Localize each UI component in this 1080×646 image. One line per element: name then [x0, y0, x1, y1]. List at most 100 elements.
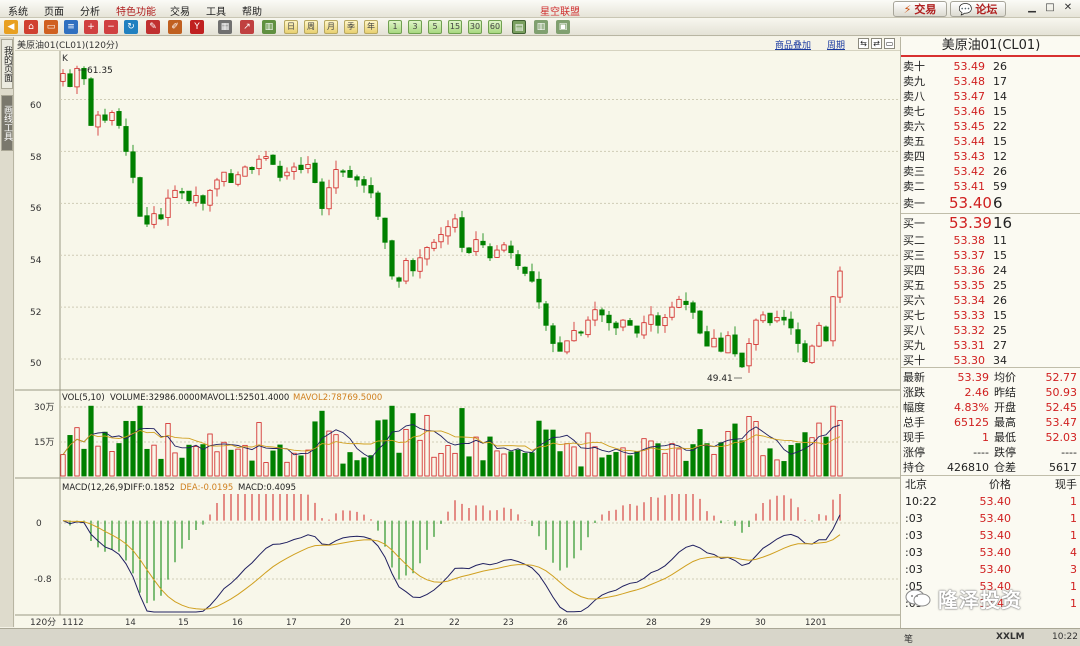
ask-level-label: 卖六: [903, 120, 925, 133]
volume-bar: [480, 460, 486, 477]
volume-bar: [536, 420, 542, 477]
maximize-icon[interactable]: □: [1042, 1, 1058, 15]
x-tick-label: 17: [286, 618, 297, 628]
minimize-icon[interactable]: ▁: [1024, 1, 1040, 15]
x-tick-label: 16: [232, 618, 243, 628]
ask-level-volume: 14: [993, 90, 1007, 103]
volume-bar: [760, 455, 766, 477]
quote-stat-row: 涨跌 2.46 昨结 50.93: [901, 385, 1080, 400]
ask-level-row[interactable]: 卖二 53.41 59: [901, 179, 1080, 194]
stat-value: 2.46: [964, 386, 990, 399]
bid-level-row[interactable]: 买三 53.37 15: [901, 248, 1080, 263]
x-tick-label: 20: [340, 618, 351, 628]
candle: [137, 176, 143, 217]
volume-bar: [102, 431, 108, 477]
volume-bar: [123, 420, 129, 477]
trade-button[interactable]: ⚡ 交易: [893, 1, 947, 17]
stat-label: 最高: [994, 416, 1016, 429]
volume-bar: [438, 452, 444, 477]
ask-level-price: 53.41: [953, 180, 986, 193]
quote-stat-row: 涨停 ---- 跌停 ----: [901, 445, 1080, 460]
bid-level-label: 买九: [903, 339, 925, 352]
stat-value: ----: [973, 446, 989, 459]
bid-level-price: 53.37: [953, 249, 986, 262]
tick-volume: 1: [1070, 580, 1077, 593]
tick-time: :03: [905, 563, 923, 576]
x-tick-label: 23: [503, 618, 514, 628]
macd-macd-value: MACD:0.4095: [238, 483, 296, 493]
bid-level-row[interactable]: 买四 53.36 24: [901, 263, 1080, 278]
ask-level-row[interactable]: 卖五 53.44 15: [901, 134, 1080, 149]
bid-level-volume: 25: [993, 324, 1007, 337]
ask-level-row[interactable]: 卖十 53.49 26: [901, 59, 1080, 74]
bid-level-row[interactable]: 买七 53.33 15: [901, 308, 1080, 323]
bid-level-volume: 25: [993, 279, 1007, 292]
low-marker-label: 49.41: [707, 374, 733, 384]
volume-bar: [795, 443, 801, 477]
close-icon[interactable]: ✕: [1060, 1, 1076, 15]
tick-row: 10:22 53.40 1: [901, 494, 1080, 510]
macd-header: MACD(12,26,9) DIFF:0.1852 DEA:-0.0195 MA…: [62, 483, 296, 493]
candle: [116, 108, 122, 129]
ask-level-label: 卖二: [903, 180, 925, 193]
ask-level-row[interactable]: 卖三 53.42 26: [901, 164, 1080, 179]
ask-level-row[interactable]: 卖七 53.46 15: [901, 104, 1080, 119]
trade-button-label: 交易: [914, 3, 937, 16]
volume-bar: [95, 445, 101, 477]
bid-level-row[interactable]: 买一 53.39 16: [901, 216, 1080, 231]
tick-row: :03 53.40 1: [901, 528, 1080, 544]
volume-bar: [725, 431, 731, 477]
volume-bar: [501, 453, 507, 477]
stat-label: 现手: [903, 431, 925, 444]
volume-bar: [347, 452, 353, 477]
bid-level-row[interactable]: 买五 53.35 25: [901, 278, 1080, 293]
bid-level-row[interactable]: 买八 53.32 25: [901, 323, 1080, 338]
bid-level-row[interactable]: 买六 53.34 26: [901, 293, 1080, 308]
ask-level-row[interactable]: 卖一 53.40 6: [901, 196, 1080, 211]
stat-value: 4.83%: [954, 401, 989, 414]
bid-level-price: 53.33: [953, 309, 986, 322]
quote-stat-row: 最新 53.39 均价 52.77: [901, 370, 1080, 385]
x-tick-label: 28: [646, 618, 657, 628]
vol-tick-label: 15万: [34, 438, 54, 448]
ask-level-row[interactable]: 卖四 53.43 12: [901, 149, 1080, 164]
volume-bar: [445, 445, 451, 477]
volume-bar: [291, 452, 297, 477]
ask-level-row[interactable]: 卖六 53.45 22: [901, 119, 1080, 134]
chart-area[interactable]: 60 58 56 54 52 50 K 61.35 49.41 VOL(5,10…: [0, 0, 900, 628]
volume-bar: [466, 456, 472, 477]
volume-bar: [522, 452, 528, 477]
volume-bar: [382, 419, 388, 477]
volume-bar: [774, 459, 780, 477]
volume-bar: [676, 448, 682, 477]
volume-bar: [207, 433, 213, 477]
candle: [739, 352, 745, 369]
stat-value: 52.03: [1045, 431, 1078, 444]
ask-level-label: 卖八: [903, 90, 925, 103]
volume-bar: [60, 454, 66, 477]
bid-level-volume: 11: [993, 234, 1007, 247]
ask-level-price: 53.49: [953, 60, 986, 73]
tick-price: 53.40: [979, 529, 1012, 542]
volume-bar: [396, 452, 402, 477]
ticks-header-time: 北京: [905, 478, 927, 491]
stat-value: 50.93: [1045, 386, 1078, 399]
stat-label: 仓差: [994, 461, 1016, 474]
ask-level-row[interactable]: 卖八 53.47 14: [901, 89, 1080, 104]
ask-level-row[interactable]: 卖九 53.48 17: [901, 74, 1080, 89]
ask-level-price: 53.46: [953, 105, 986, 118]
volume-bar: [284, 461, 290, 477]
bid-level-label: 买一: [903, 217, 925, 230]
bid-level-row[interactable]: 买二 53.38 11: [901, 233, 1080, 248]
volume-bar: [494, 450, 500, 477]
volume-bar: [781, 461, 787, 477]
ticks-header: 北京 价格 现手: [901, 477, 1080, 493]
forum-button[interactable]: 💬 论坛: [950, 1, 1006, 17]
watermark: 隆泽投资: [904, 583, 1022, 613]
volume-bar: [172, 452, 178, 477]
bid-level-row[interactable]: 买九 53.31 27: [901, 338, 1080, 353]
volume-bar: [137, 405, 143, 477]
forum-button-label: 论坛: [975, 3, 998, 16]
bid-level-row[interactable]: 买十 53.30 34: [901, 353, 1080, 368]
ask-level-label: 卖五: [903, 135, 925, 148]
